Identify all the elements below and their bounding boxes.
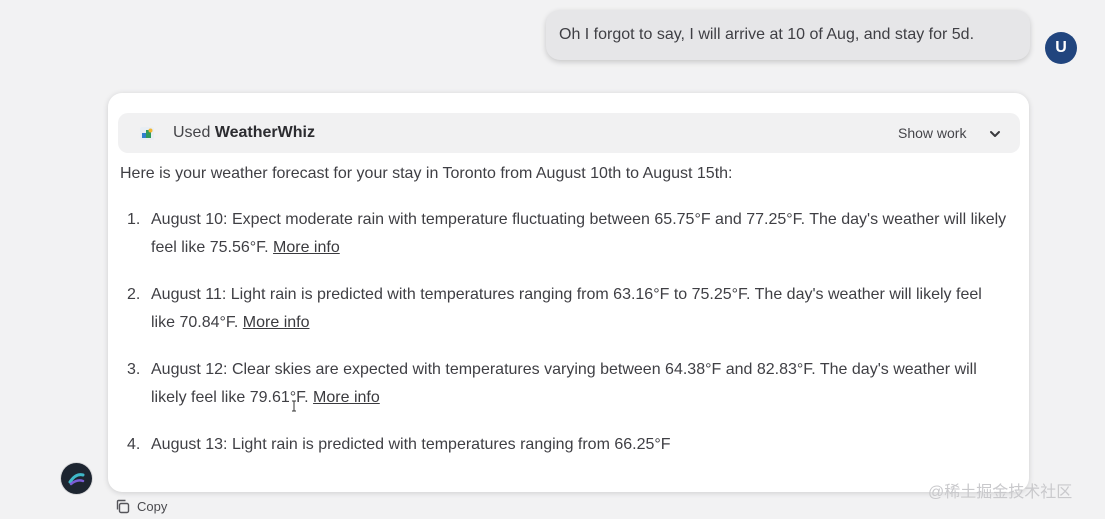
forecast-item-text: August 13: Light rain is predicted with … (151, 436, 671, 453)
forecast-item: 1. August 10: Expect moderate rain with … (108, 206, 1029, 261)
forecast-item-number: 3. (127, 361, 141, 378)
forecast-item-number: 1. (127, 211, 141, 228)
forecast-list: 1. August 10: Expect moderate rain with … (108, 206, 1029, 479)
text-cursor-icon (292, 400, 296, 412)
plugin-used-label: Used WeatherWhiz (173, 113, 315, 153)
forecast-item: 3. August 12: Clear skies are expected w… (108, 356, 1029, 411)
user-avatar: U (1045, 32, 1077, 64)
forecast-item: 4. August 13: Light rain is predicted wi… (108, 431, 1029, 459)
watermark: @稀土掘金技术社区 (928, 484, 1073, 501)
weatherwhiz-logo-icon (140, 127, 154, 140)
plugin-usage-bar[interactable]: Used WeatherWhiz Show work (118, 113, 1020, 153)
forecast-item: 2. August 11: Light rain is predicted wi… (108, 281, 1029, 336)
assistant-logo-icon (68, 473, 85, 486)
show-work-toggle[interactable]: Show work (898, 113, 966, 153)
assistant-avatar (61, 463, 92, 494)
chat-page: Oh I forgot to say, I will arrive at 10 … (0, 0, 1105, 519)
user-message-text: Oh I forgot to say, I will arrive at 10 … (559, 26, 975, 43)
forecast-item-number: 4. (127, 436, 141, 453)
more-info-link[interactable]: More info (243, 314, 310, 331)
more-info-link[interactable]: More info (273, 239, 340, 256)
plugin-used-prefix: Used (173, 124, 211, 141)
plugin-name: WeatherWhiz (214, 124, 315, 141)
assistant-message-card: Used WeatherWhiz Show work Here is your … (108, 93, 1029, 492)
forecast-intro-text: Here is your weather forecast for your s… (120, 165, 733, 182)
copy-label: Copy (137, 499, 168, 514)
copy-icon (116, 499, 130, 514)
user-message-bubble: Oh I forgot to say, I will arrive at 10 … (546, 10, 1030, 60)
more-info-link[interactable]: More info (313, 389, 380, 406)
chevron-down-icon[interactable] (988, 127, 1002, 141)
forecast-item-number: 2. (127, 286, 141, 303)
user-avatar-letter: U (1055, 39, 1067, 56)
forecast-item-text: August 12: Clear skies are expected with… (151, 361, 977, 406)
